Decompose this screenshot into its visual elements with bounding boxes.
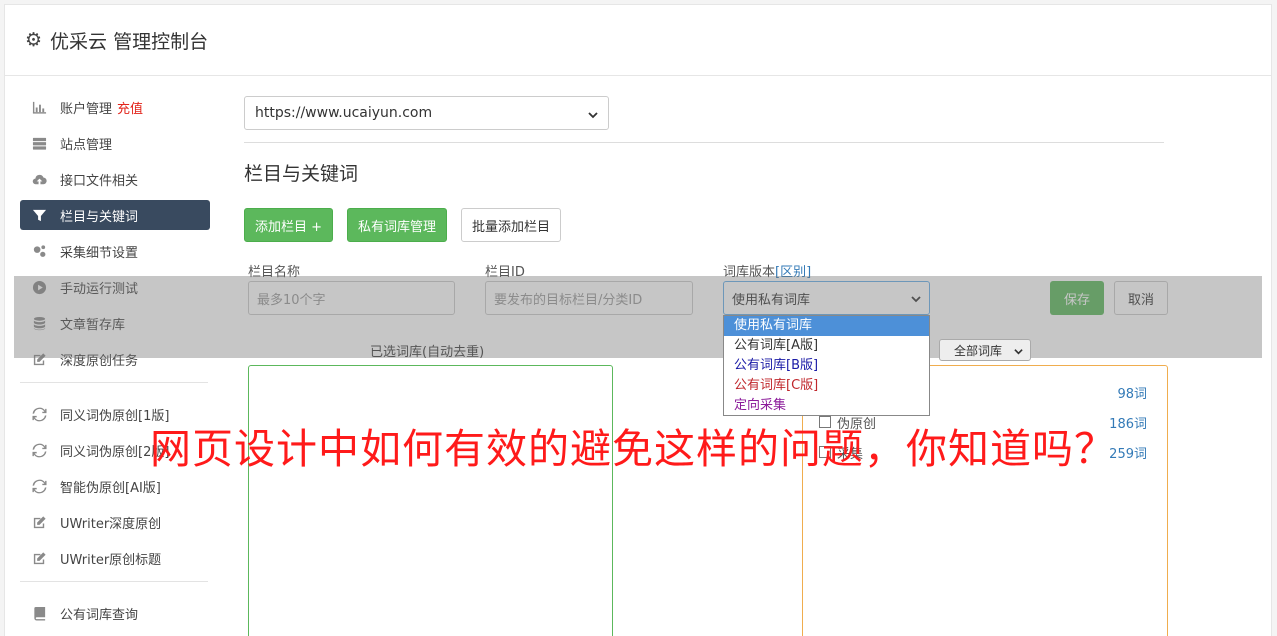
recharge-link[interactable]: 充值 <box>117 98 143 117</box>
selected-libs-label: 已选词库(自动去重) <box>370 345 485 360</box>
section-title: 栏目与关键词 <box>244 163 359 185</box>
sidebar-item-label: 公有词库查询 <box>60 607 139 623</box>
gears-icon <box>31 243 47 259</box>
button-row: 添加栏目 + 私有词库管理 批量添加栏目 <box>244 208 1164 242</box>
cloud-upload-icon <box>31 171 47 187</box>
bar-chart-icon <box>31 99 47 115</box>
site-select-value: https://www.ucaiyun.com <box>255 105 433 121</box>
dropdown-option[interactable]: 公有词库[B版] <box>724 356 929 376</box>
sidebar-item-label: 接口文件相关 <box>60 173 139 189</box>
server-icon <box>31 135 47 151</box>
chevron-down-icon <box>588 108 598 119</box>
divider <box>244 142 1164 143</box>
dropdown-option[interactable]: 定向采集 <box>724 396 929 416</box>
sidebar-item-uwriter-deep[interactable]: UWriter深度原创 <box>20 507 210 537</box>
sidebar-item-label: UWriter原创标题 <box>60 552 162 568</box>
book-icon <box>31 605 47 621</box>
edit-icon <box>31 550 47 566</box>
main-content: https://www.ucaiyun.com 栏目与关键词 添加栏目 + 私有… <box>244 96 1164 242</box>
sidebar-item-uwriter-title[interactable]: UWriter原创标题 <box>20 543 210 573</box>
sidebar-item-public-lib-query[interactable]: 公有词库查询 <box>20 598 210 628</box>
sidebar-item-label: 栏目与关键词 <box>60 209 139 225</box>
sidebar: 账户管理 充值 站点管理 接口文件相关 栏目与关键词 采集细节设置 手动运行测试… <box>20 92 210 634</box>
site-select[interactable]: https://www.ucaiyun.com <box>244 96 609 130</box>
sidebar-divider <box>20 382 208 383</box>
app-header: ⚙ 优采云 管理控制台 <box>5 5 1271 76</box>
edit-icon <box>31 514 47 530</box>
lib-filter-select[interactable]: 全部词库 <box>939 339 1031 361</box>
batch-add-button[interactable]: 批量添加栏目 <box>461 208 562 242</box>
sidebar-item-ai-pseudo[interactable]: 智能伪原创[AI版] <box>20 471 210 501</box>
sidebar-item-label: UWriter深度原创 <box>60 516 162 532</box>
lib-version-dropdown: 使用私有词库 公有词库[A版] 公有词库[B版] 公有词库[C版] 定向采集 <box>723 315 930 416</box>
lib-filter-value: 全部词库 <box>954 343 1003 358</box>
sidebar-item-account[interactable]: 账户管理 充值 <box>20 92 210 122</box>
add-column-button[interactable]: 添加栏目 + <box>244 208 334 242</box>
refresh-icon <box>31 406 47 422</box>
selected-libs-box[interactable] <box>248 365 613 636</box>
sidebar-divider <box>20 581 208 582</box>
sidebar-item-columns-keywords[interactable]: 栏目与关键词 <box>20 200 210 230</box>
filter-icon <box>31 207 47 223</box>
sidebar-item-interface-files[interactable]: 接口文件相关 <box>20 164 210 194</box>
sidebar-item-label: 账户管理 <box>60 101 113 117</box>
modal-overlay <box>14 276 1262 358</box>
refresh-icon <box>31 442 47 458</box>
sidebar-item-collect-settings[interactable]: 采集细节设置 <box>20 236 210 266</box>
lib-count: 98词 <box>1117 387 1147 402</box>
refresh-icon <box>31 478 47 494</box>
private-lib-button[interactable]: 私有词库管理 <box>347 208 448 242</box>
sidebar-item-label: 站点管理 <box>60 137 113 153</box>
sidebar-item-label: 采集细节设置 <box>60 245 139 261</box>
overlay-banner-text: 网页设计中如何有效的避免这样的问题，你知道吗？ <box>150 425 1116 473</box>
dropdown-option[interactable]: 公有词库[A版] <box>724 336 929 356</box>
chevron-down-icon <box>1014 345 1024 355</box>
dropdown-option[interactable]: 使用私有词库 <box>724 316 929 336</box>
sidebar-item-sites[interactable]: 站点管理 <box>20 128 210 158</box>
dropdown-option[interactable]: 公有词库[C版] <box>724 376 929 396</box>
app-title: 优采云 管理控制台 <box>50 30 209 53</box>
gear-icon: ⚙ <box>25 29 43 51</box>
sidebar-item-label: 智能伪原创[AI版] <box>60 480 161 496</box>
